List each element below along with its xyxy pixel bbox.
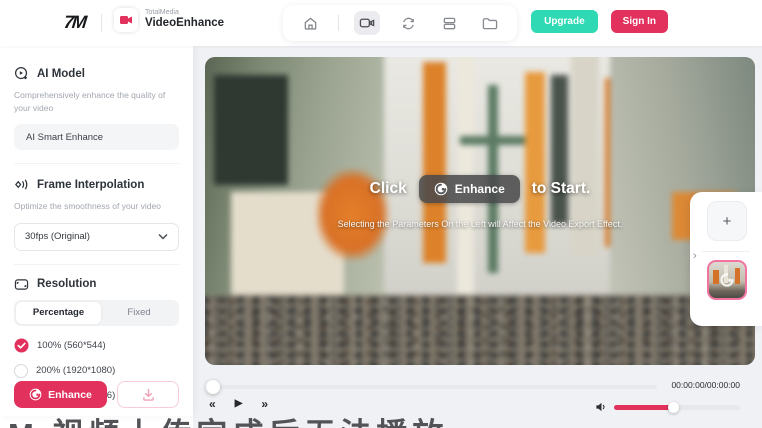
overlay-hint-text: Selecting the Parameters On the Left wil… — [338, 219, 623, 229]
home-icon[interactable] — [297, 11, 323, 35]
resolution-title: Resolution — [37, 278, 96, 290]
convert-icon[interactable] — [395, 11, 421, 35]
add-video-button[interactable]: + — [707, 201, 747, 241]
video-thumbnail[interactable] — [707, 260, 747, 300]
section-divider — [14, 163, 179, 164]
background-page-text: M 视频上传完成后无法播放 — [8, 409, 448, 428]
radio-checked-icon — [14, 338, 29, 353]
video-overlay: Click Enhance to Start. Selecting the Pa… — [205, 57, 755, 365]
upgrade-button[interactable]: Upgrade — [531, 10, 598, 33]
resolution-tabs: Percentage Fixed — [14, 300, 179, 326]
tab-percentage[interactable]: Percentage — [16, 302, 101, 324]
main-area: Click Enhance to Start. Selecting the Pa… — [193, 46, 762, 428]
resolution-icon — [14, 278, 29, 291]
resolution-option-label: 100% (560*544) — [37, 340, 106, 351]
overlay-start-text: to Start. — [532, 180, 591, 198]
settings-sidebar: AI Model Comprehensively enhance the qua… — [0, 46, 193, 416]
video-preview[interactable]: Click Enhance to Start. Selecting the Pa… — [205, 57, 755, 365]
resolution-option-label: 200% (1920*1080) — [36, 365, 115, 376]
seek-handle[interactable] — [206, 380, 220, 394]
frame-interpolation-icon — [14, 177, 29, 192]
folder-icon[interactable] — [477, 11, 503, 35]
header-nav — [283, 5, 517, 41]
frame-interpolation-description: Optimize the smoothness of your video — [14, 200, 179, 213]
play-button[interactable]: ▶ — [235, 399, 243, 409]
enhance-logo-icon — [29, 388, 42, 401]
seek-bar[interactable] — [207, 380, 657, 394]
fps-select[interactable]: 30fps (Original) — [14, 223, 179, 251]
overlay-enhance-button[interactable]: Enhance — [419, 175, 520, 203]
download-icon — [142, 388, 155, 401]
video-enhance-logo-icon — [114, 8, 138, 32]
ai-model-title: AI Model — [37, 68, 85, 80]
fps-select-value: 30fps (Original) — [25, 231, 90, 242]
app-brand: TotalMedia VideoEnhance — [114, 8, 224, 32]
resolution-option-100[interactable]: 100% (560*544) — [14, 338, 179, 353]
volume-slider[interactable] — [614, 405, 740, 410]
ai-model-description: Comprehensively enhance the quality of y… — [14, 89, 179, 115]
ai-model-icon — [14, 66, 29, 81]
section-divider — [14, 264, 179, 265]
download-button[interactable] — [117, 381, 179, 408]
header-divider — [101, 14, 102, 32]
brand-product-label: VideoEnhance — [145, 17, 224, 30]
enhance-logo-icon — [718, 271, 736, 289]
company-logo: 7M — [63, 12, 86, 33]
batch-icon[interactable] — [436, 11, 462, 35]
clips-divider — [702, 251, 750, 252]
header: 7M TotalMedia VideoEnhance — [0, 0, 762, 46]
collapse-chevron-icon[interactable]: › — [693, 250, 697, 262]
video-enhance-tab-icon[interactable] — [354, 11, 380, 35]
signin-button[interactable]: Sign In — [611, 10, 668, 33]
resolution-option-200[interactable]: 200% (1920*1080) — [14, 364, 179, 378]
tab-fixed[interactable]: Fixed — [101, 302, 177, 324]
nav-divider — [338, 15, 339, 31]
enhance-logo-icon — [434, 182, 448, 196]
ai-model-value[interactable]: AI Smart Enhance — [14, 124, 179, 150]
brand-company-label: TotalMedia — [145, 9, 224, 17]
app-window: 7M TotalMedia VideoEnhance — [0, 0, 762, 428]
enhance-button[interactable]: Enhance — [14, 381, 107, 408]
time-display: 00:00:00/00:00:00 — [671, 380, 740, 390]
overlay-click-text: Click — [370, 180, 407, 198]
clips-panel: › + — [690, 192, 762, 326]
chevron-down-icon — [158, 233, 168, 240]
frame-interpolation-title: Frame Interpolation — [37, 179, 144, 191]
speaker-icon[interactable] — [595, 401, 607, 413]
radio-unchecked-icon — [14, 364, 28, 378]
volume-handle[interactable] — [668, 402, 679, 413]
